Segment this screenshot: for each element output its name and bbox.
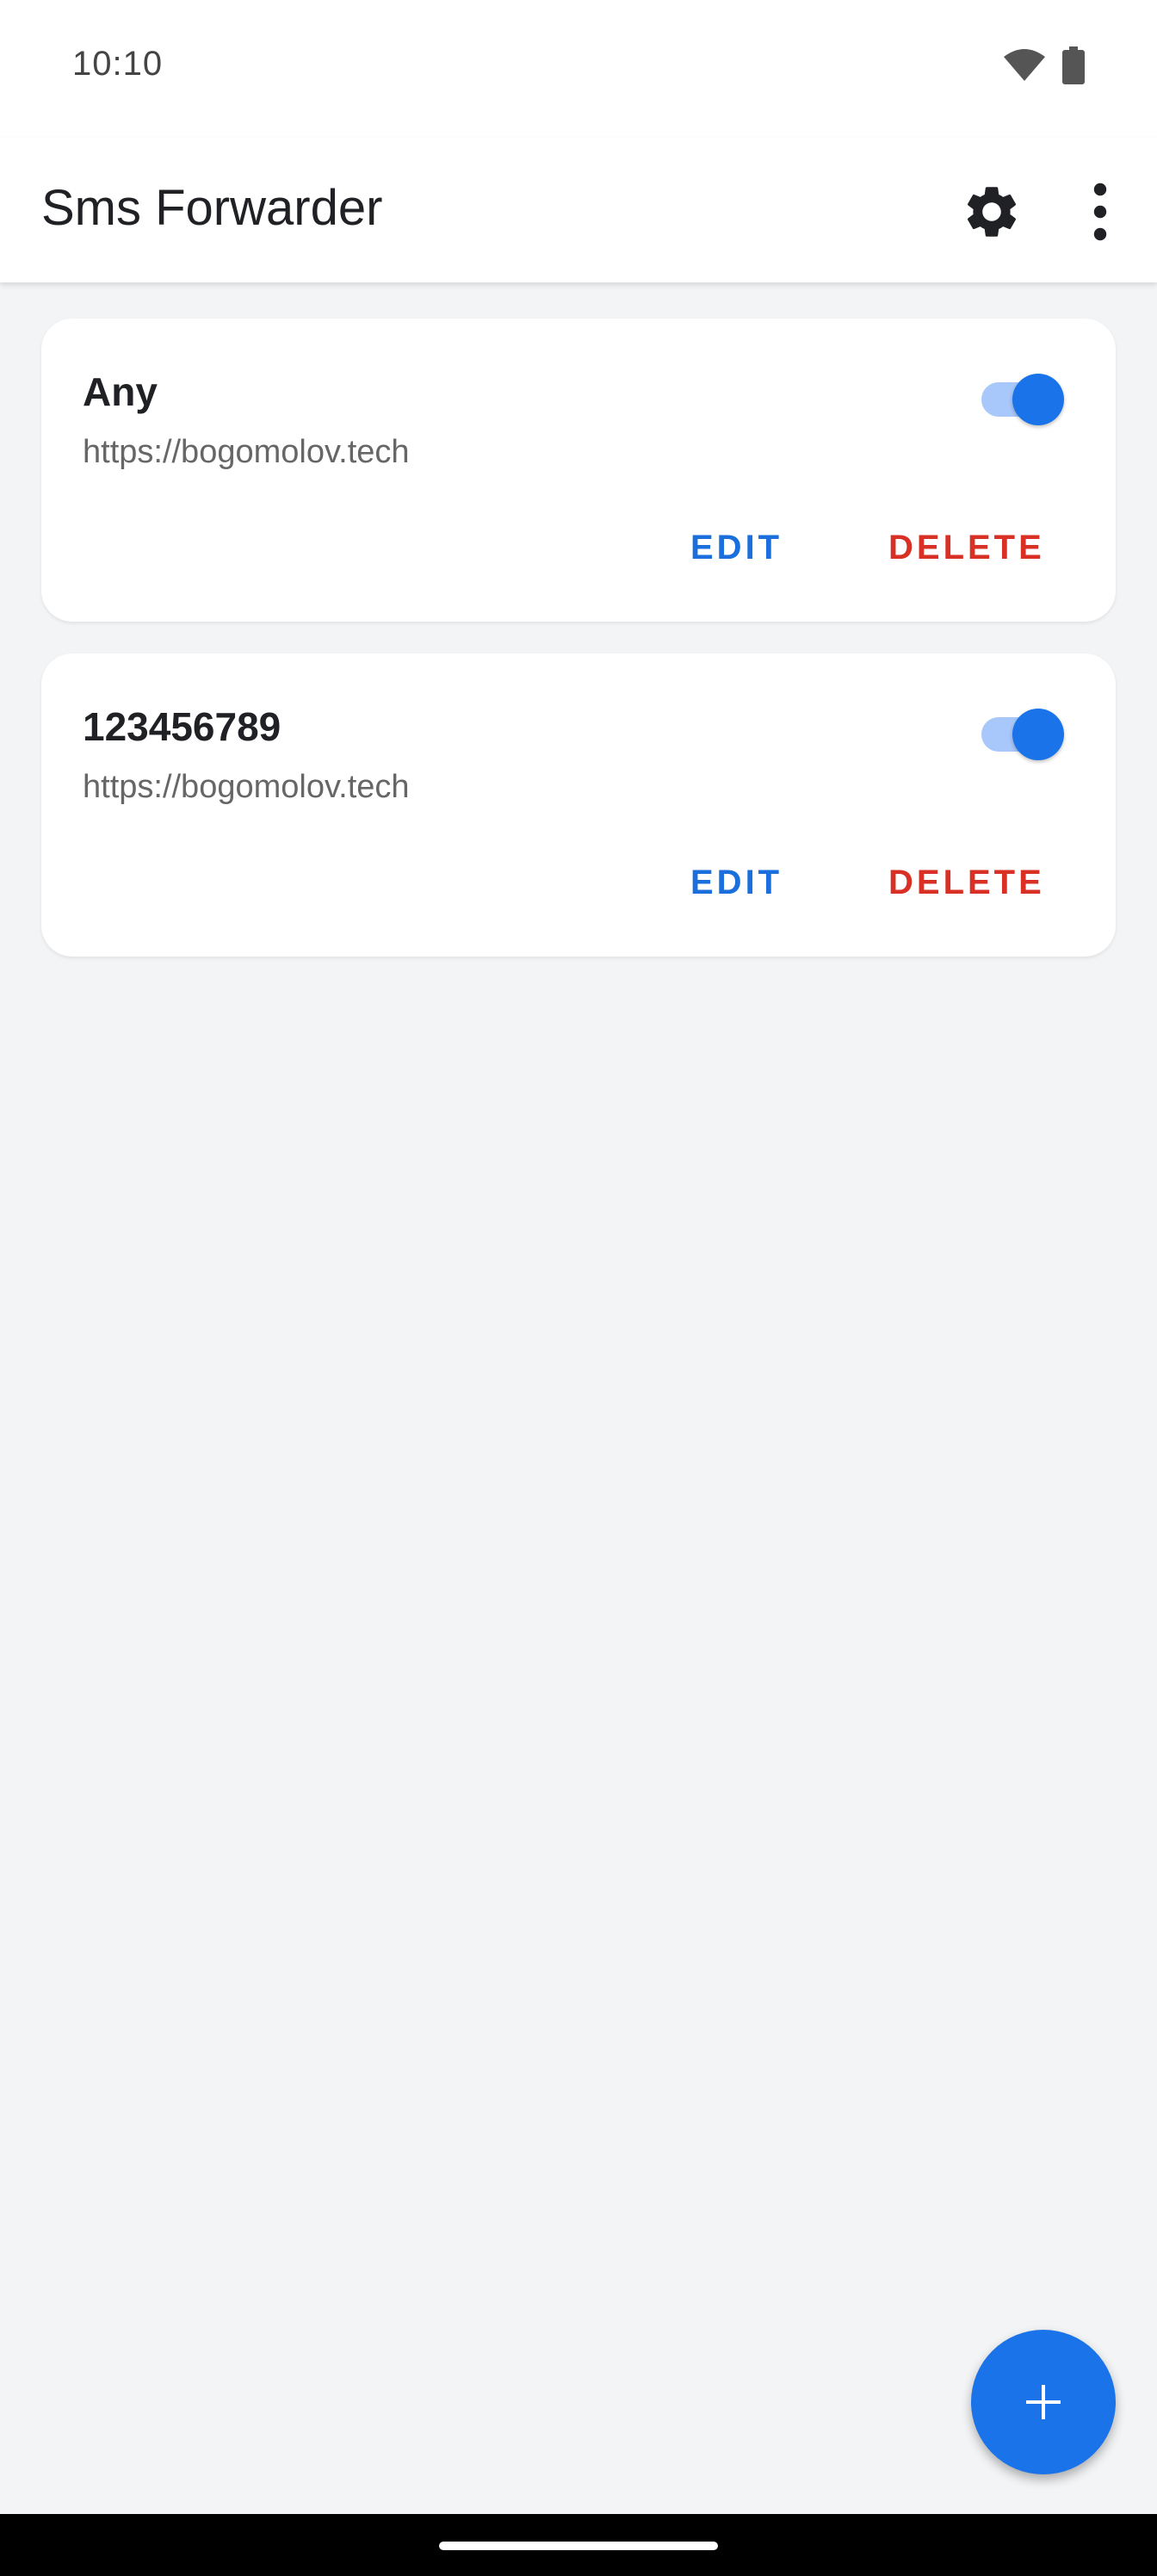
plus-icon: [1026, 2385, 1061, 2419]
battery-icon: [1062, 46, 1085, 84]
delete-button[interactable]: DELETE: [875, 857, 1059, 909]
add-rule-button[interactable]: [971, 2330, 1116, 2474]
toggle-thumb: [1012, 709, 1064, 760]
rule-url: https://bogomolov.tech: [83, 769, 410, 805]
status-time: 10:10: [72, 45, 164, 83]
delete-button[interactable]: DELETE: [875, 522, 1059, 574]
wifi-icon: [1004, 49, 1045, 81]
app-bar: Sms Forwarder: [0, 138, 1157, 282]
gear-icon: [967, 187, 1017, 237]
status-icons: [1004, 46, 1085, 84]
edit-button[interactable]: EDIT: [677, 857, 796, 909]
settings-button[interactable]: [961, 181, 1023, 243]
rule-url: https://bogomolov.tech: [83, 434, 410, 470]
navigation-bar: [0, 2514, 1157, 2576]
app-title: Sms Forwarder: [41, 180, 383, 236]
rule-title: Any: [83, 369, 158, 414]
rule-card: Any https://bogomolov.tech EDIT DELETE: [41, 319, 1116, 622]
home-gesture-handle[interactable]: [439, 2542, 718, 2550]
rule-enabled-toggle[interactable]: [981, 368, 1064, 430]
rule-title: 123456789: [83, 704, 282, 749]
status-bar: 10:10: [0, 0, 1157, 138]
toggle-thumb: [1012, 374, 1064, 425]
more-options-button[interactable]: [1066, 181, 1135, 243]
rule-card: 123456789 https://bogomolov.tech EDIT DE…: [41, 653, 1116, 957]
rule-enabled-toggle[interactable]: [981, 703, 1064, 765]
edit-button[interactable]: EDIT: [677, 522, 796, 574]
more-vert-icon: [1093, 183, 1107, 241]
